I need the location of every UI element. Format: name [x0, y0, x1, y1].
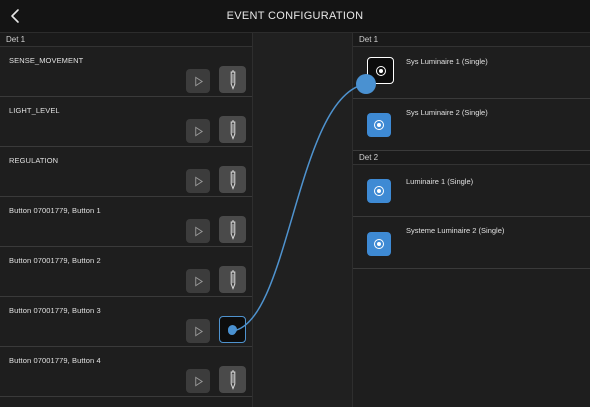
play-button[interactable] — [186, 69, 210, 93]
target-group-header: Det 2 — [353, 151, 590, 165]
play-button[interactable] — [186, 219, 210, 243]
luminaire-button[interactable] — [367, 113, 391, 137]
source-row-button-2: Button 07001779, Button 2 — [0, 247, 252, 297]
source-label: REGULATION — [9, 156, 59, 165]
target-row-systeme-luminaire-2: Systeme Luminaire 2 (Single) — [353, 217, 590, 269]
source-list: Det 1 SENSE_MOVEMENT LIGHT_LEVEL REGULAT… — [0, 33, 252, 407]
source-label: Button 07001779, Button 1 — [9, 206, 101, 215]
source-label: Button 07001779, Button 2 — [9, 256, 101, 265]
pen-icon — [230, 169, 235, 190]
luminaire-button[interactable] — [367, 179, 391, 203]
target-list: Det 1 Sys Luminaire 1 (Single) Sys Lumin… — [353, 33, 590, 407]
page-title: EVENT CONFIGURATION — [226, 10, 364, 22]
source-row-regulation: REGULATION — [0, 147, 252, 197]
play-button[interactable] — [186, 369, 210, 393]
link-handle-button-connected[interactable] — [219, 316, 246, 343]
target-label: Luminaire 1 (Single) — [406, 177, 474, 186]
link-handle-button[interactable] — [219, 166, 246, 193]
play-icon — [194, 376, 203, 386]
target-row-sys-luminaire-2: Sys Luminaire 2 (Single) — [353, 99, 590, 151]
target-label: Systeme Luminaire 2 (Single) — [406, 226, 505, 235]
play-icon — [194, 326, 203, 336]
source-row-light-level: LIGHT_LEVEL — [0, 97, 252, 147]
top-bar: EVENT CONFIGURATION — [0, 0, 590, 33]
play-button[interactable] — [186, 319, 210, 343]
play-button[interactable] — [186, 119, 210, 143]
link-handle-button[interactable] — [219, 66, 246, 93]
target-icon — [374, 120, 384, 130]
play-icon — [194, 226, 203, 236]
target-group-header: Det 1 — [353, 33, 590, 47]
target-label: Sys Luminaire 1 (Single) — [406, 57, 488, 66]
link-handle-button[interactable] — [219, 266, 246, 293]
play-icon — [194, 126, 203, 136]
play-icon — [194, 276, 203, 286]
pen-icon — [230, 269, 235, 290]
source-row-button-3: Button 07001779, Button 3 — [0, 297, 252, 347]
link-handle-button[interactable] — [219, 216, 246, 243]
source-label: LIGHT_LEVEL — [9, 106, 60, 115]
play-icon — [194, 76, 203, 86]
source-label: Button 07001779, Button 4 — [9, 356, 101, 365]
target-label: Sys Luminaire 2 (Single) — [406, 108, 488, 117]
target-icon — [374, 239, 384, 249]
play-button[interactable] — [186, 269, 210, 293]
luminaire-button[interactable] — [367, 232, 391, 256]
source-row-button-1: Button 07001779, Button 1 — [0, 197, 252, 247]
pen-icon — [230, 69, 235, 90]
link-handle-button[interactable] — [219, 116, 246, 143]
target-icon — [375, 65, 386, 76]
pen-icon — [230, 219, 235, 240]
source-label: SENSE_MOVEMENT — [9, 56, 84, 65]
source-label: Button 07001779, Button 3 — [9, 306, 101, 315]
target-row-luminaire-1: Luminaire 1 (Single) — [353, 165, 590, 217]
connection-area — [252, 33, 353, 407]
target-icon — [374, 186, 384, 196]
source-group-header: Det 1 — [0, 33, 252, 47]
pen-icon — [230, 369, 235, 390]
play-button[interactable] — [186, 169, 210, 193]
link-handle-button[interactable] — [219, 366, 246, 393]
play-icon — [194, 176, 203, 186]
luminaire-button-connected[interactable] — [367, 57, 394, 84]
connection-dot-icon — [228, 325, 237, 334]
pen-icon — [230, 119, 235, 140]
source-row-sense-movement: SENSE_MOVEMENT — [0, 47, 252, 97]
source-row-button-4: Button 07001779, Button 4 — [0, 347, 252, 397]
target-row-sys-luminaire-1: Sys Luminaire 1 (Single) — [353, 47, 590, 99]
